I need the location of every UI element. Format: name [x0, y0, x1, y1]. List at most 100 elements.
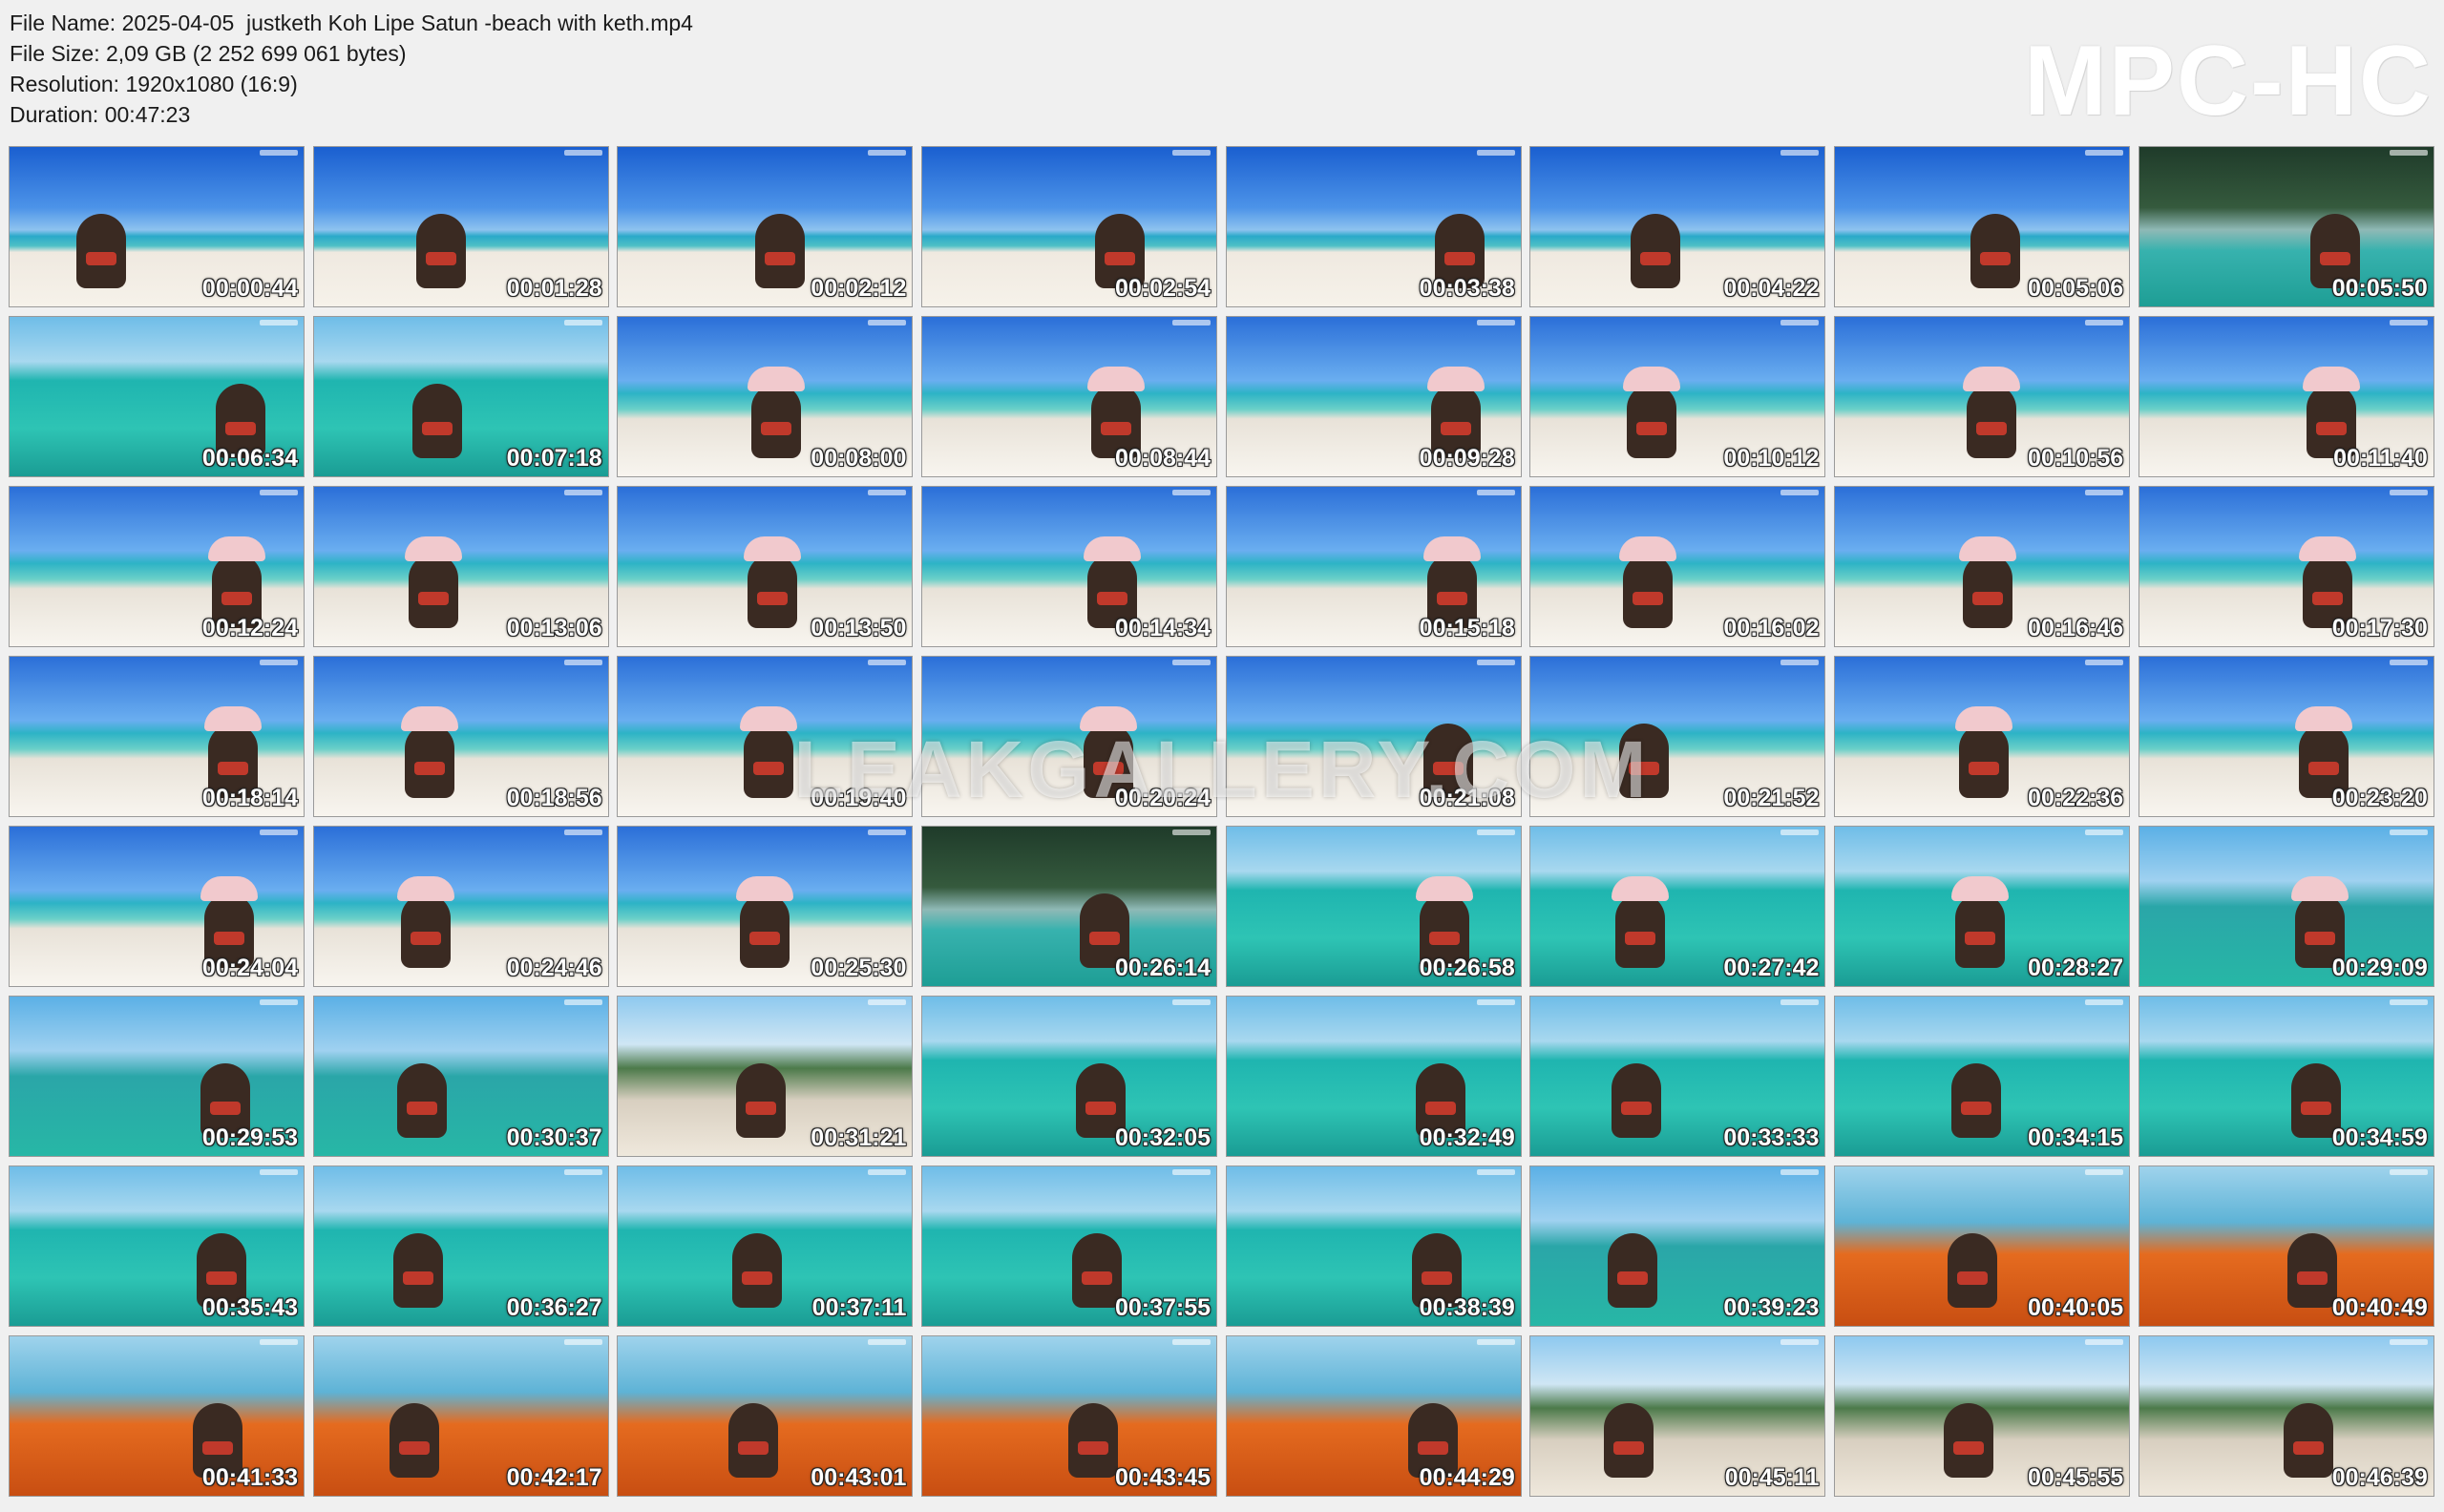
video-thumbnail[interactable]: 00:04:22: [1529, 146, 1826, 307]
video-thumbnail[interactable]: 00:08:44: [921, 316, 1218, 477]
person-figure: [1604, 1403, 1654, 1478]
timestamp: 00:36:27: [506, 1294, 602, 1321]
video-thumbnail[interactable]: 00:45:55: [1834, 1335, 2131, 1497]
video-thumbnail[interactable]: 00:21:08: [1225, 656, 1522, 817]
video-thumbnail[interactable]: 00:17:30: [2138, 486, 2434, 647]
video-thumbnail[interactable]: 00:13:50: [617, 486, 914, 647]
video-thumbnail[interactable]: 00:32:49: [1225, 996, 1522, 1157]
video-thumbnail[interactable]: 00:18:14: [9, 656, 305, 817]
video-thumbnail[interactable]: 00:16:02: [1529, 486, 1826, 647]
timestamp: 00:32:49: [1419, 1124, 1515, 1151]
video-thumbnail[interactable]: 00:46:39: [2138, 1335, 2434, 1497]
video-thumbnail[interactable]: 00:21:52: [1529, 656, 1826, 817]
video-thumbnail[interactable]: 00:44:29: [1225, 1335, 1522, 1497]
bucket-hat: [1951, 876, 2010, 901]
video-thumbnail[interactable]: 00:00:44: [9, 146, 305, 307]
video-thumbnail[interactable]: 00:03:38: [1225, 146, 1522, 307]
video-thumbnail[interactable]: 00:27:42: [1529, 826, 1826, 987]
timestamp: 00:04:22: [1723, 275, 1820, 302]
channel-watermark: [2389, 660, 2428, 665]
file-info: File Name: 2025-04-05 justketh Koh Lipe …: [10, 8, 693, 130]
bucket-hat: [404, 536, 462, 561]
video-thumbnail[interactable]: 00:41:33: [9, 1335, 305, 1497]
bucket-hat: [736, 876, 794, 901]
video-thumbnail[interactable]: 00:18:56: [312, 656, 609, 817]
channel-watermark: [2085, 1169, 2124, 1175]
video-thumbnail[interactable]: 00:40:05: [1834, 1166, 2131, 1327]
timestamp: 00:46:39: [2331, 1464, 2428, 1491]
video-thumbnail[interactable]: 00:09:28: [1225, 316, 1522, 477]
video-thumbnail[interactable]: 00:34:15: [1834, 996, 2131, 1157]
video-thumbnail[interactable]: 00:28:27: [1834, 826, 2131, 987]
video-thumbnail[interactable]: 00:43:01: [617, 1335, 914, 1497]
channel-watermark: [2389, 999, 2428, 1005]
video-thumbnail[interactable]: 00:13:06: [312, 486, 609, 647]
video-thumbnail[interactable]: 00:08:00: [617, 316, 914, 477]
video-thumbnail[interactable]: 00:24:04: [9, 826, 305, 987]
person-figure: [415, 214, 466, 288]
video-thumbnail[interactable]: 00:37:11: [617, 1166, 914, 1327]
video-thumbnail[interactable]: 00:23:20: [2138, 656, 2434, 817]
video-thumbnail[interactable]: 00:05:06: [1834, 146, 2131, 307]
bucket-hat: [2302, 367, 2360, 391]
video-thumbnail[interactable]: 00:31:21: [617, 996, 914, 1157]
timestamp: 00:13:06: [506, 615, 602, 641]
bucket-hat: [744, 536, 802, 561]
video-thumbnail[interactable]: 00:16:46: [1834, 486, 2131, 647]
channel-watermark: [1172, 150, 1211, 156]
video-thumbnail[interactable]: 00:39:23: [1529, 1166, 1826, 1327]
thumbnail-grid: 00:00:44 00:01:28 00:02:12 00:02:54 00:03:38…: [9, 146, 2434, 1498]
video-thumbnail[interactable]: 00:01:28: [312, 146, 609, 307]
bucket-hat: [1415, 876, 1473, 901]
video-thumbnail[interactable]: 00:22:36: [1834, 656, 2131, 817]
timestamp: 00:26:14: [1114, 955, 1211, 981]
video-thumbnail[interactable]: 00:38:39: [1225, 1166, 1522, 1327]
video-thumbnail[interactable]: 00:10:56: [1834, 316, 2131, 477]
channel-watermark: [1780, 1169, 1820, 1175]
video-thumbnail[interactable]: 00:43:45: [921, 1335, 1218, 1497]
video-thumbnail[interactable]: 00:35:43: [9, 1166, 305, 1327]
video-thumbnail[interactable]: 00:25:30: [617, 826, 914, 987]
person-figure: [408, 554, 458, 628]
video-thumbnail[interactable]: 00:15:18: [1225, 486, 1522, 647]
video-thumbnail[interactable]: 00:29:53: [9, 996, 305, 1157]
timestamp: 00:41:33: [201, 1464, 298, 1491]
channel-watermark: [1780, 660, 1820, 665]
video-thumbnail[interactable]: 00:02:54: [921, 146, 1218, 307]
video-thumbnail[interactable]: 00:30:37: [312, 996, 609, 1157]
channel-watermark: [1780, 830, 1820, 835]
video-thumbnail[interactable]: 00:32:05: [921, 996, 1218, 1157]
video-thumbnail[interactable]: 00:40:49: [2138, 1166, 2434, 1327]
timestamp: 00:11:40: [2333, 445, 2428, 472]
video-thumbnail[interactable]: 00:42:17: [312, 1335, 609, 1497]
video-thumbnail[interactable]: 00:29:09: [2138, 826, 2434, 987]
timestamp: 00:44:29: [1419, 1464, 1515, 1491]
video-thumbnail[interactable]: 00:12:24: [9, 486, 305, 647]
video-thumbnail[interactable]: 00:33:33: [1529, 996, 1826, 1157]
bucket-hat: [208, 536, 265, 561]
timestamp: 00:10:56: [2028, 445, 2124, 472]
timestamp: 00:33:33: [1723, 1124, 1820, 1151]
timestamp: 00:08:00: [811, 445, 907, 472]
video-thumbnail[interactable]: 00:02:12: [617, 146, 914, 307]
video-thumbnail[interactable]: 00:26:58: [1225, 826, 1522, 987]
video-thumbnail[interactable]: 00:26:14: [921, 826, 1218, 987]
video-thumbnail[interactable]: 00:05:50: [2138, 146, 2434, 307]
video-thumbnail[interactable]: 00:37:55: [921, 1166, 1218, 1327]
channel-watermark: [2085, 660, 2124, 665]
video-thumbnail[interactable]: 00:19:40: [617, 656, 914, 817]
channel-watermark: [2085, 999, 2124, 1005]
video-thumbnail[interactable]: 00:07:18: [312, 316, 609, 477]
channel-watermark: [868, 320, 907, 326]
video-thumbnail[interactable]: 00:34:59: [2138, 996, 2434, 1157]
video-thumbnail[interactable]: 00:36:27: [312, 1166, 609, 1327]
video-thumbnail[interactable]: 00:45:11: [1529, 1335, 1826, 1497]
video-thumbnail[interactable]: 00:14:34: [921, 486, 1218, 647]
video-thumbnail[interactable]: 00:11:40: [2138, 316, 2434, 477]
channel-watermark: [1172, 660, 1211, 665]
video-thumbnail[interactable]: 00:10:12: [1529, 316, 1826, 477]
video-thumbnail[interactable]: 00:24:46: [312, 826, 609, 987]
video-thumbnail[interactable]: 00:06:34: [9, 316, 305, 477]
video-thumbnail[interactable]: 00:20:24: [921, 656, 1218, 817]
bucket-hat: [400, 706, 458, 731]
